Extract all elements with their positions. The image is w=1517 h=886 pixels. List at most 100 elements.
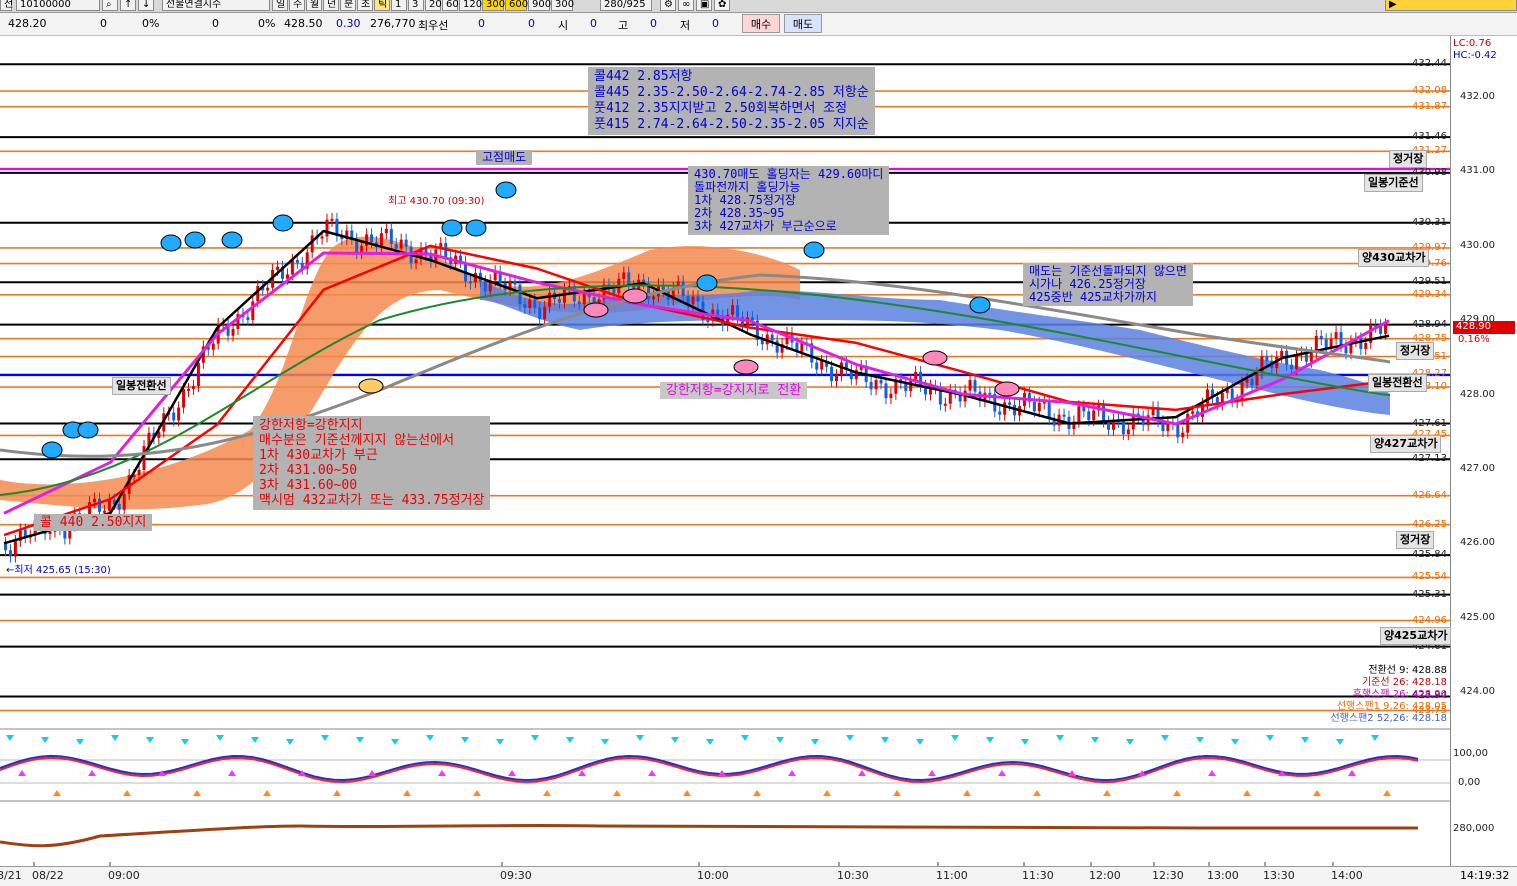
level-price-label: 429.51 — [1412, 276, 1447, 288]
save-icon[interactable]: ▣ — [696, 0, 712, 11]
period-button-15[interactable]: 300 — [551, 0, 574, 11]
period-button-10[interactable]: 60 — [442, 0, 459, 11]
volume-tick: 280,000 — [1453, 823, 1495, 834]
chart-menu-button[interactable]: 전 — [0, 0, 13, 11]
search-icon[interactable]: ⌕ — [102, 0, 118, 11]
period-button-9[interactable]: 20 — [425, 0, 442, 11]
candle-body — [1186, 413, 1190, 433]
time-tick: 08/22 — [32, 869, 64, 882]
period-button-7[interactable]: 1 — [391, 0, 407, 11]
low-marker-label: ←최저 425.65 (15:30) — [6, 565, 111, 576]
period-button-2[interactable]: 월 — [306, 0, 322, 11]
change: 0.30 — [336, 17, 361, 30]
candle-body — [1384, 324, 1388, 334]
link-icon[interactable]: ∞ — [678, 0, 694, 11]
candle-body — [1191, 411, 1195, 414]
period-button-13[interactable]: 600 — [505, 0, 528, 11]
candle-body — [196, 362, 200, 387]
level-price-label: 429.34 — [1412, 288, 1447, 300]
osc-buy-arrow — [543, 790, 551, 796]
trough-marker — [622, 288, 648, 304]
candle-body — [998, 411, 1002, 415]
level-price-label: 431.87 — [1412, 100, 1447, 112]
period-button-1[interactable]: 주 — [289, 0, 305, 11]
period-button-11[interactable]: 120 — [459, 0, 482, 11]
sell-button[interactable]: 매도 — [784, 14, 822, 33]
candle-body — [577, 301, 581, 305]
price-chart[interactable] — [0, 36, 1450, 866]
osc-sell-arrow — [461, 737, 469, 743]
period-button-3[interactable]: 년 — [323, 0, 339, 11]
osc-buy-arrow — [1033, 790, 1041, 796]
candle-body — [246, 317, 250, 321]
product-select[interactable]: 선물연결지수 — [162, 0, 270, 11]
osc-tick-0: 0,00 — [1458, 777, 1481, 788]
osc-buy-arrow — [1383, 790, 1391, 796]
high-value: 0 — [650, 17, 657, 30]
osc-sell-arrow — [181, 739, 189, 745]
candle-body — [528, 299, 532, 308]
toolbar: 전 10100000 ⌕ ↑ ↓ 선물연결지수 일 주 월 년 분 초 틱 1 3 20 60 120… — [0, 0, 1517, 13]
candle-body — [1181, 432, 1185, 438]
osc-buy-arrow — [1173, 790, 1181, 796]
candle-body — [562, 288, 566, 303]
time-tick: 13:00 — [1207, 869, 1239, 882]
candle-body — [1077, 406, 1081, 422]
candle-body — [1255, 373, 1259, 386]
next-icon[interactable]: ↓ — [138, 0, 154, 11]
settings-icon[interactable]: ⚙ — [660, 0, 676, 11]
time-tick: 11:00 — [936, 869, 968, 882]
period-button-12[interactable]: 300 — [482, 0, 505, 11]
candle-body — [1003, 402, 1007, 415]
candle-body — [290, 259, 294, 275]
volume: 276,770 — [370, 17, 416, 30]
osc-buy-arrow — [403, 790, 411, 796]
count-display: 280/925 — [600, 0, 652, 11]
osc-buy-arrow — [1348, 770, 1356, 776]
period-button-8[interactable]: 3 — [408, 0, 424, 11]
level-price-label: 427.61 — [1412, 417, 1447, 429]
high-marker-label: 최고 430.70 (09:30) — [388, 196, 485, 207]
pct-1: 0% — [142, 17, 160, 30]
open-label: 시 — [558, 19, 569, 32]
level-price-label: 425.84 — [1412, 549, 1447, 561]
candle-body — [404, 239, 408, 247]
osc-buy-arrow — [648, 770, 656, 776]
period-button-14[interactable]: 900 — [528, 0, 551, 11]
osc-buy-arrow — [228, 770, 236, 776]
period-button-5[interactable]: 초 — [357, 0, 373, 11]
news-ticker[interactable]: ▶ — [1385, 0, 1517, 11]
pivot-marker — [160, 234, 182, 252]
candle-body — [830, 366, 834, 382]
options-icon[interactable]: ✿ — [714, 0, 730, 11]
buy-button[interactable]: 매수 — [742, 14, 780, 33]
candle-body — [681, 281, 685, 297]
time-tick: 09:30 — [500, 869, 532, 882]
candle-body — [1047, 401, 1051, 420]
code-input[interactable]: 10100000 — [16, 0, 100, 11]
osc-sell-arrow — [1021, 739, 1029, 745]
candle-body — [231, 328, 235, 336]
current-price-tag: 428.90 — [1453, 321, 1515, 334]
candle-body — [543, 306, 547, 320]
osc-sell-arrow — [741, 735, 749, 741]
osc-buy-arrow — [613, 790, 621, 796]
price-tick: 425.00 — [1460, 611, 1495, 623]
osc-buy-arrow — [1243, 790, 1251, 796]
candle-body — [177, 407, 181, 421]
osc-sell-arrow — [1196, 737, 1204, 743]
trough-marker — [583, 302, 609, 318]
candle-body — [889, 393, 893, 399]
option-levels-note: 콜442 2.85저항 콜445 2.35-2.50-2.64-2.74-2.8… — [588, 67, 875, 135]
candle-body — [523, 304, 527, 308]
prev-icon[interactable]: ↑ — [120, 0, 136, 11]
period-button-4[interactable]: 분 — [340, 0, 356, 11]
period-button-6[interactable]: 틱 — [374, 0, 390, 11]
candle-body — [1205, 389, 1209, 404]
level-tag: 일봉전환선 — [1368, 374, 1427, 392]
osc-sell-arrow — [1126, 739, 1134, 745]
high-label: 고 — [618, 19, 629, 32]
candle-body — [191, 386, 195, 389]
period-button-0[interactable]: 일 — [272, 0, 288, 11]
candle-body — [1008, 402, 1012, 405]
